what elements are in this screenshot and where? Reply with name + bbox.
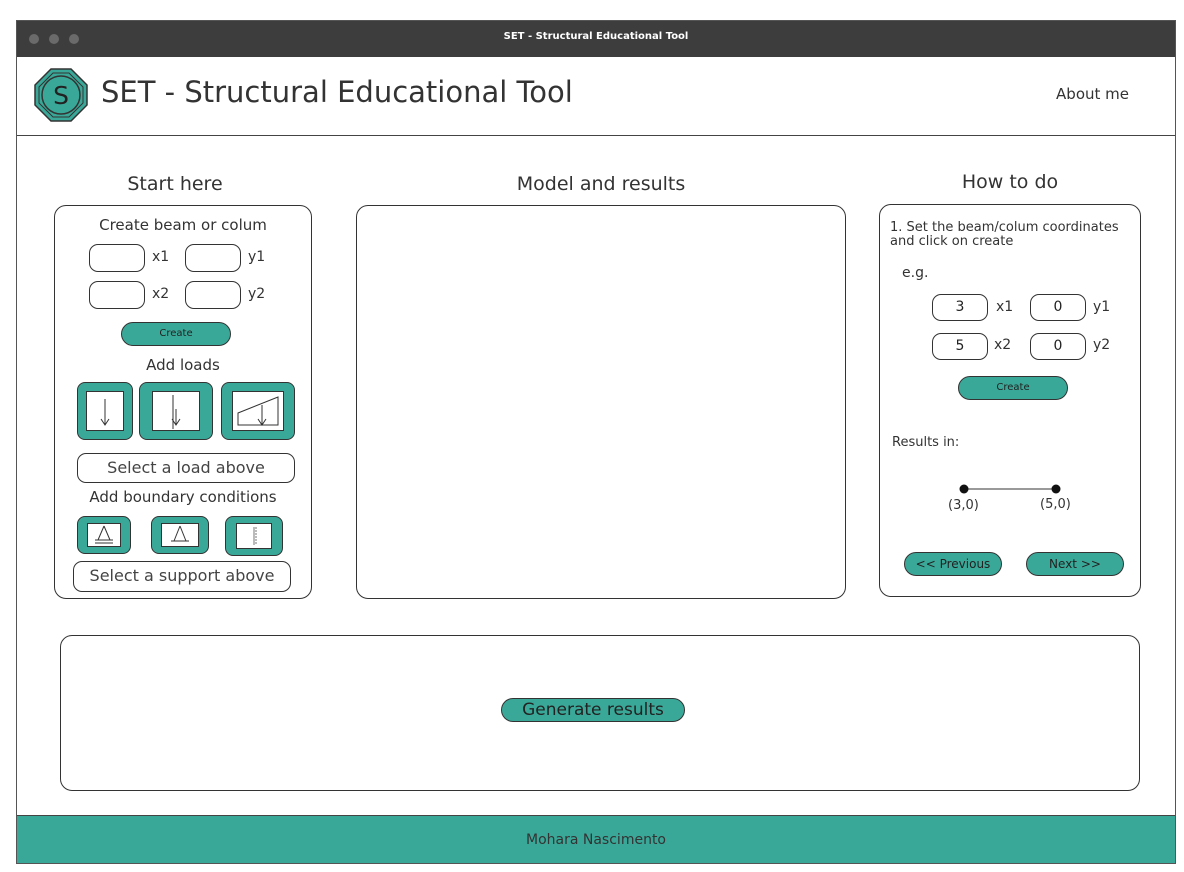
add-loads-heading: Add loads (146, 356, 220, 374)
start-panel: Create beam or colum x1 y1 x2 y2 Create … (54, 205, 312, 599)
y1-label: y1 (248, 249, 266, 265)
clamped-support-button[interactable] (225, 516, 283, 556)
create-button[interactable]: Create (121, 322, 231, 346)
example-beam-diagram (959, 484, 1061, 494)
x1-label: x1 (152, 249, 170, 265)
example-label: e.g. (902, 265, 929, 281)
generate-panel: Generate results (60, 635, 1140, 791)
point-b-label: (5,0) (1040, 497, 1071, 512)
load-select-field[interactable]: Select a load above (77, 453, 295, 483)
example-create-button: Create (958, 376, 1068, 400)
pin-support-button[interactable] (151, 516, 209, 554)
distributed-load-button[interactable] (139, 382, 213, 440)
generate-results-button[interactable]: Generate results (501, 698, 685, 722)
example-x1-field: 3 (932, 294, 988, 321)
app-logo-icon: S (34, 68, 88, 122)
footer-author: Mohara Nascimento (526, 832, 666, 848)
start-here-heading: Start here (127, 173, 223, 195)
about-me-link[interactable]: About me (1056, 85, 1129, 103)
example-x2-label: x2 (994, 337, 1012, 353)
example-x2-field: 5 (932, 333, 988, 360)
x1-input[interactable] (89, 244, 145, 272)
previous-button[interactable]: << Previous (904, 552, 1002, 576)
support-select-field[interactable]: Select a support above (73, 561, 291, 592)
app-title: SET - Structural Educational Tool (101, 75, 573, 109)
app-header: S SET - Structural Educational Tool Abou… (17, 57, 1175, 136)
window-title: SET - Structural Educational Tool (503, 31, 689, 42)
x2-input[interactable] (89, 281, 145, 309)
point-a-label: (3,0) (948, 498, 979, 513)
point-load-icon (86, 391, 124, 431)
example-y2-label: y2 (1093, 337, 1111, 353)
create-beam-heading: Create beam or colum (99, 216, 267, 234)
y1-input[interactable] (185, 244, 241, 272)
trapezoidal-load-icon (232, 391, 284, 431)
distributed-load-icon (152, 391, 200, 431)
add-boundary-heading: Add boundary conditions (89, 488, 277, 506)
footer: Mohara Nascimento (17, 815, 1175, 863)
model-results-heading: Model and results (516, 173, 686, 195)
logo-letter: S (53, 81, 69, 110)
results-in-label: Results in: (892, 435, 960, 450)
howto-panel: 1. Set the beam/colum coordinates and cl… (879, 204, 1141, 597)
how-to-do-heading: How to do (961, 171, 1059, 193)
example-y1-label: y1 (1093, 299, 1111, 315)
x2-label: x2 (152, 286, 170, 302)
y2-label: y2 (248, 286, 266, 302)
fixed-pin-support-icon (87, 523, 121, 547)
trapezoidal-load-button[interactable] (221, 382, 295, 440)
fixed-pin-support-button[interactable] (77, 516, 131, 554)
app-window: SET - Structural Educational Tool S SET … (16, 20, 1176, 864)
y2-input[interactable] (185, 281, 241, 309)
beam-node-start (959, 484, 969, 494)
example-y2-field: 0 (1030, 333, 1086, 360)
model-canvas[interactable] (356, 205, 846, 599)
clamped-support-icon (236, 523, 272, 549)
next-button[interactable]: Next >> (1026, 552, 1124, 576)
window-titlebar: SET - Structural Educational Tool (17, 21, 1175, 57)
point-load-button[interactable] (77, 382, 133, 440)
howto-step-text: 1. Set the beam/colum coordinates and cl… (890, 220, 1119, 249)
example-x1-label: x1 (996, 299, 1014, 315)
example-y1-field: 0 (1030, 294, 1086, 321)
beam-node-end (1051, 484, 1061, 494)
pin-support-icon (161, 523, 199, 547)
